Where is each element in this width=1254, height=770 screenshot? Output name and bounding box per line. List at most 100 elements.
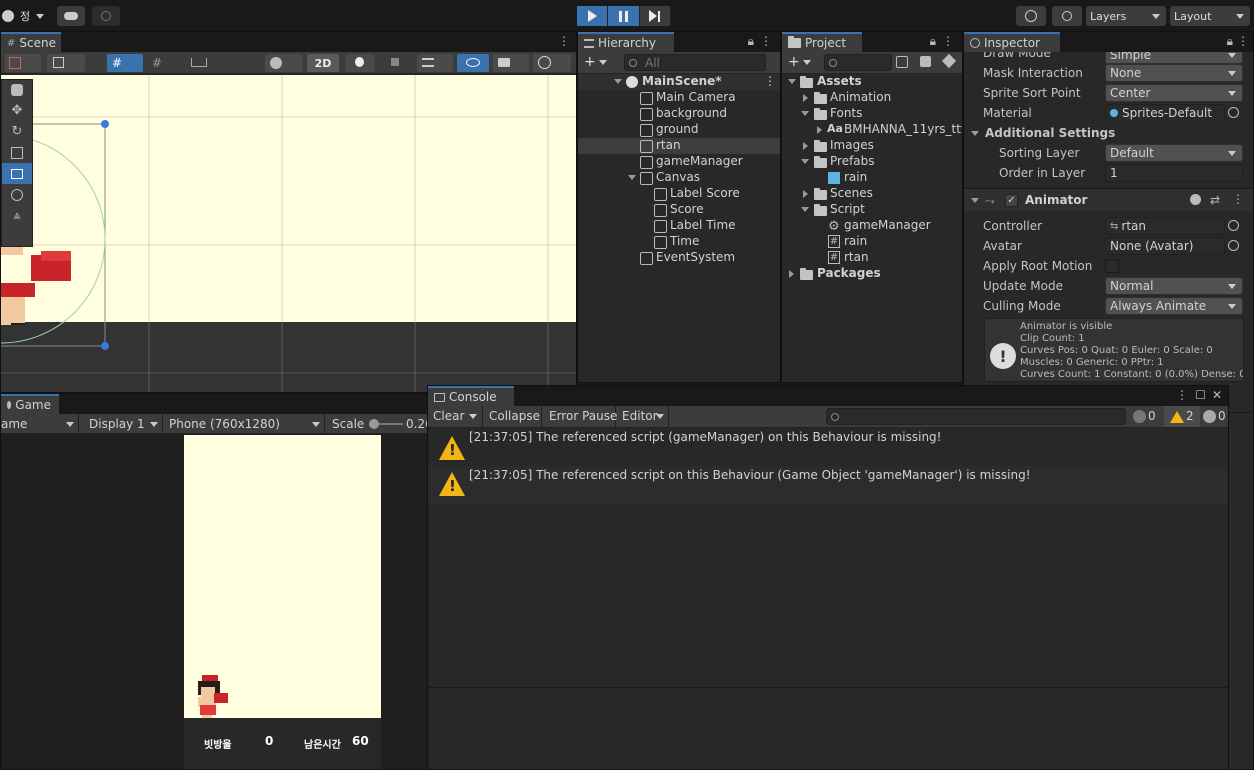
material-field[interactable]: Sprites-Default <box>1105 104 1225 122</box>
folder-assets[interactable]: Assets <box>782 74 962 90</box>
render-mode-button[interactable] <box>47 54 85 72</box>
step-button[interactable] <box>639 6 671 26</box>
tab-hierarchy[interactable]: Hierarchy <box>578 32 674 52</box>
effects-toggle[interactable] <box>417 54 453 72</box>
hierarchy-item[interactable]: Label Time <box>578 218 780 234</box>
add-button[interactable]: + <box>584 54 607 70</box>
warning-filter-toggle[interactable]: 2 <box>1164 406 1200 427</box>
rect-tool[interactable] <box>2 163 32 184</box>
hierarchy-search-input[interactable]: All <box>624 54 766 71</box>
tab-console[interactable]: Console <box>428 386 514 406</box>
asset-gamemanager-script[interactable]: ⚙ gameManager <box>782 218 962 234</box>
snap-increment-button[interactable]: # <box>147 54 183 72</box>
hierarchy-item[interactable]: gameManager <box>578 154 780 170</box>
chevron-down-icon[interactable] <box>971 131 979 136</box>
collapse-toggle[interactable]: Collapse <box>484 406 542 427</box>
account-dropdown[interactable]: 정 <box>0 6 50 26</box>
lock-icon[interactable]: 🔒︎ <box>748 34 754 49</box>
controller-field[interactable]: ⇆ rtan <box>1105 217 1225 235</box>
object-picker-icon[interactable] <box>1228 240 1239 251</box>
scene-root-row[interactable]: MainScene* ⋮ <box>578 74 780 90</box>
draw-mode-select[interactable]: Simple <box>1105 52 1243 64</box>
console-log-entry[interactable]: ! [21:37:05] The referenced script (game… <box>428 428 1228 466</box>
camera-button[interactable] <box>493 54 529 72</box>
update-mode-select[interactable]: Normal <box>1105 277 1243 295</box>
lighting-toggle[interactable] <box>345 54 375 72</box>
hierarchy-item[interactable]: background <box>578 106 780 122</box>
culling-mode-select[interactable]: Always Animate <box>1105 297 1243 315</box>
hierarchy-item[interactable]: EventSystem <box>578 250 780 266</box>
display-dropdown[interactable]: Display 1 <box>83 414 163 434</box>
slider-thumb[interactable] <box>369 419 379 429</box>
tab-inspector[interactable]: Inspector <box>964 32 1060 52</box>
tab-scene[interactable]: # Scene <box>1 32 61 52</box>
hierarchy-item-selected[interactable]: rtan <box>578 138 780 154</box>
play-button[interactable] <box>577 6 609 26</box>
scene-viewport[interactable]: ✥ ↻ ⩓ <box>1 75 576 392</box>
tag-icon[interactable] <box>941 53 957 69</box>
asset-font[interactable]: Aa BMHANNA_11yrs_ttf <box>782 122 962 138</box>
scale-tool[interactable] <box>2 142 32 163</box>
rotate-tool[interactable]: ↻ <box>2 121 32 142</box>
error-filter-toggle[interactable]: 0 <box>1200 406 1228 427</box>
custom-tool[interactable]: ⩓ <box>2 205 32 226</box>
more-options-icon[interactable]: ⋮ <box>1232 192 1244 206</box>
object-picker-icon[interactable] <box>1228 220 1239 231</box>
sprite-sort-point-select[interactable]: Center <box>1105 84 1243 102</box>
search-button[interactable] <box>1052 6 1082 26</box>
history-button[interactable] <box>1016 6 1046 26</box>
close-icon[interactable]: ✕ <box>1212 388 1222 402</box>
help-icon[interactable] <box>1190 194 1201 205</box>
folder-fonts[interactable]: Fonts <box>782 106 962 122</box>
apply-root-motion-checkbox[interactable] <box>1105 259 1119 273</box>
console-splitter[interactable] <box>428 687 1228 688</box>
clear-button[interactable]: Clear <box>428 406 483 427</box>
game-viewport[interactable]: 빗방울 0 남은시간 60 <box>184 435 381 769</box>
search-by-type-icon[interactable] <box>896 56 908 68</box>
more-options-icon[interactable]: ⋮ <box>1176 388 1188 402</box>
project-search-input[interactable] <box>824 54 892 71</box>
hand-tool[interactable] <box>2 80 32 100</box>
align-button[interactable] <box>187 54 223 72</box>
pause-button[interactable] <box>608 6 640 26</box>
more-options-icon[interactable]: ⋮ <box>942 34 954 48</box>
lock-icon[interactable]: 🔒︎ <box>930 34 936 49</box>
shading-sphere-button[interactable] <box>265 54 303 72</box>
more-options-icon[interactable]: ⋮ <box>1237 34 1249 48</box>
mode-2d-toggle[interactable]: 2D <box>307 54 339 72</box>
scale-slider[interactable] <box>369 419 403 429</box>
editor-dropdown[interactable]: Editor <box>617 406 669 427</box>
create-button[interactable]: + <box>788 54 811 70</box>
layout-dropdown[interactable]: Layout <box>1170 6 1250 26</box>
grid-snap-button[interactable]: # <box>107 54 143 72</box>
info-filter-toggle[interactable]: 0 <box>1130 406 1162 427</box>
label-filter-icon[interactable] <box>920 56 931 67</box>
more-options-icon[interactable]: ⋮ <box>760 34 772 48</box>
hierarchy-item[interactable]: Time <box>578 234 780 250</box>
preset-icon[interactable]: ⇄ <box>1210 193 1220 207</box>
lock-icon[interactable]: 🔒︎ <box>1227 34 1233 49</box>
audio-toggle[interactable] <box>381 54 411 72</box>
layers-dropdown[interactable]: Layers <box>1086 6 1166 26</box>
tab-game[interactable]: Game <box>1 394 59 414</box>
game-view-dropdown[interactable]: ame <box>1 414 79 434</box>
order-in-layer-input[interactable]: 1 <box>1105 164 1243 182</box>
folder-animation[interactable]: Animation <box>782 90 962 106</box>
enabled-checkbox[interactable]: ✓ <box>1005 194 1018 207</box>
resolution-dropdown[interactable]: Phone (760x1280) <box>165 414 325 434</box>
collab-button[interactable] <box>92 6 120 26</box>
avatar-field[interactable]: None (Avatar) <box>1105 237 1225 255</box>
tab-project[interactable]: Project <box>782 32 862 52</box>
folder-script[interactable]: Script <box>782 202 962 218</box>
hierarchy-item[interactable]: Main Camera <box>578 90 780 106</box>
console-search-input[interactable] <box>826 408 1126 425</box>
asset-rtan-script[interactable]: # rtan <box>782 250 962 266</box>
hierarchy-item[interactable]: Canvas <box>578 170 780 186</box>
draw-mode-button[interactable] <box>5 54 41 72</box>
hidden-objects-toggle[interactable] <box>457 54 489 72</box>
folder-packages[interactable]: Packages <box>782 266 962 282</box>
asset-rain-prefab[interactable]: rain <box>782 170 962 186</box>
sorting-layer-select[interactable]: Default <box>1105 144 1243 162</box>
mask-interaction-select[interactable]: None <box>1105 64 1243 82</box>
move-tool[interactable]: ✥ <box>2 100 32 121</box>
